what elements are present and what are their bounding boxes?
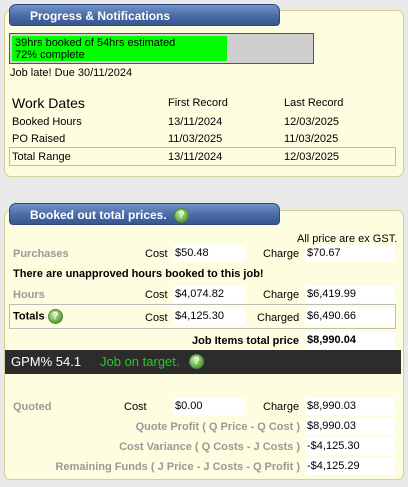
totals-charge-value: $6,490.66 <box>305 308 395 325</box>
row-po-raised-first: 11/03/2025 <box>168 133 223 145</box>
hours-cost-label: Cost <box>145 289 168 301</box>
totals-cost-label: Cost <box>145 312 168 324</box>
quoted-charge-value: $8,990.03 <box>305 398 395 415</box>
quoted-cost-label: Cost <box>124 401 147 413</box>
quoted-label: Quoted <box>13 401 52 413</box>
progress-bar-text-1: 39hrs booked of 54hrs estimated <box>15 37 176 49</box>
progress-panel-title: Progress & Notifications <box>9 4 280 26</box>
help-icon[interactable]: ? <box>174 208 190 224</box>
remaining-funds-value: -$4,125.29 <box>305 458 395 475</box>
row-total-range-first: 13/11/2024 <box>168 151 223 163</box>
cost-variance-value: -$4,125.30 <box>305 438 395 455</box>
gpm-help-icon[interactable]: ? <box>189 354 204 369</box>
totals-label-group: Totals ? <box>13 309 63 324</box>
row-po-raised-last: 11/03/2025 <box>284 133 339 145</box>
gpm-percent: GPM% 54.1 <box>11 354 82 369</box>
hours-cost-value: $4,074.82 <box>173 286 245 303</box>
row-booked-hours-last: 12/03/2025 <box>284 116 340 128</box>
remaining-funds-label: Remaining Funds ( J Price - J Costs - Q … <box>55 461 300 473</box>
row-booked-hours-label: Booked Hours <box>12 116 82 128</box>
quote-profit-value: $8,990.03 <box>305 418 395 435</box>
purchases-cost-value: $50.48 <box>173 245 245 262</box>
totals-cost-value: $4,125.30 <box>173 308 245 325</box>
prices-panel-title: Booked out total prices. <box>30 208 167 222</box>
row-total-range-last: 12/03/2025 <box>284 151 340 163</box>
work-dates-heading: Work Dates <box>12 95 85 111</box>
quoted-charge-label: Charge <box>263 401 300 413</box>
totals-help-icon[interactable]: ? <box>47 309 63 324</box>
gst-note: All price are ex GST. <box>297 233 398 245</box>
gpm-status: Job on target. <box>100 354 180 369</box>
hours-charge-label: Charge <box>263 289 300 301</box>
job-late-notice: Job late! Due 30/11/2024 <box>10 67 133 79</box>
hours-charge-value: $6,419.99 <box>305 286 395 303</box>
row-po-raised-label: PO Raised <box>12 133 66 145</box>
totals-label: Totals <box>13 310 45 323</box>
unapproved-hours-warning: There are unapproved hours booked to thi… <box>13 268 264 280</box>
hours-label: Hours <box>13 289 45 301</box>
quote-profit-label: Quote Profit ( Q Price - Q Cost ) <box>135 421 300 433</box>
purchases-charge-value: $70.67 <box>305 245 395 262</box>
job-items-total-label: Job Items total price <box>192 335 299 347</box>
purchases-cost-label: Cost <box>145 248 168 260</box>
purchases-charge-label: Charge <box>263 248 300 260</box>
row-booked-hours-first: 13/11/2024 <box>168 116 223 128</box>
col-first-record: First Record <box>168 97 228 109</box>
gpm-bar: GPM% 54.1 Job on target. ? <box>5 350 401 374</box>
col-last-record: Last Record <box>284 97 344 109</box>
purchases-label: Purchases <box>13 248 69 260</box>
progress-bar-text-2: 72% complete <box>15 49 85 61</box>
quoted-cost-value: $0.00 <box>173 398 245 415</box>
progress-bar: 39hrs booked of 54hrs estimated 72% comp… <box>9 33 314 64</box>
row-total-range-label: Total Range <box>12 151 71 163</box>
prices-panel-title-bar: Booked out total prices. ? <box>9 203 280 225</box>
job-items-total-value: $8,990.04 <box>305 332 395 349</box>
cost-variance-label: Cost Variance ( Q Costs - J Costs ) <box>119 441 300 453</box>
totals-charge-label: Charged <box>257 312 300 324</box>
